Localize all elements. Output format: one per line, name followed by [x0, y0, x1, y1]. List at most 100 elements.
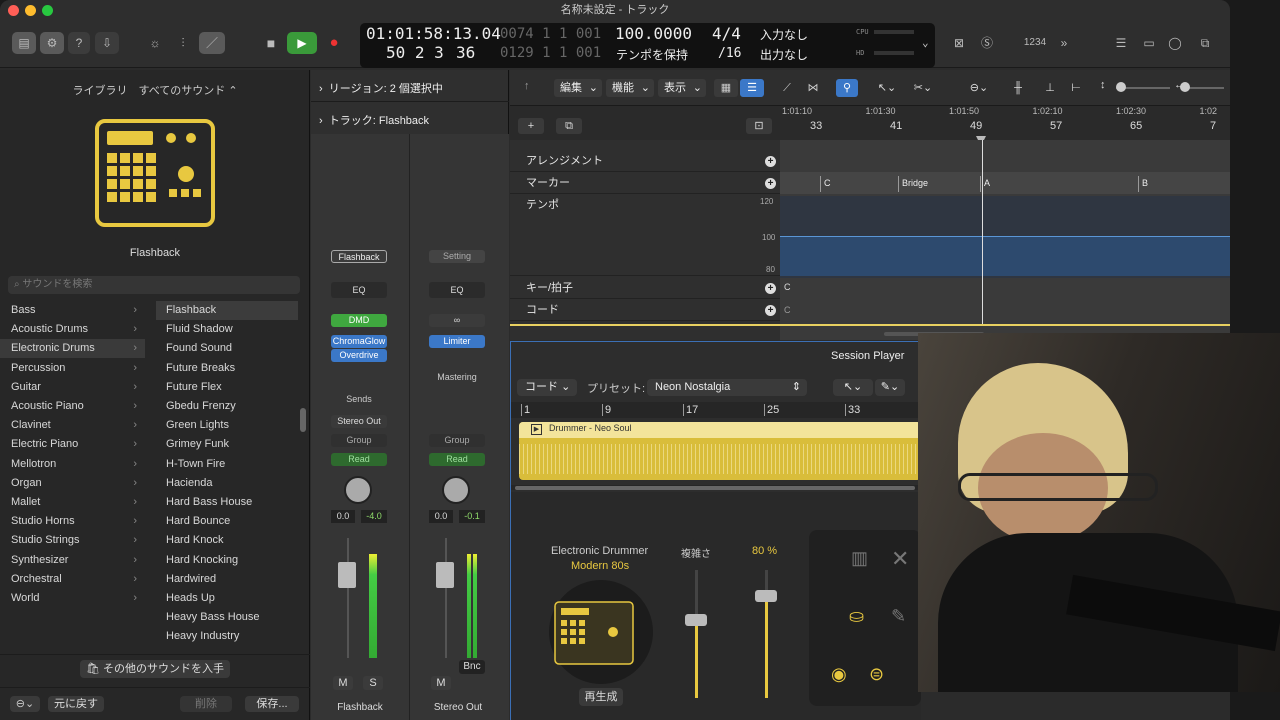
- kick-drum-icon[interactable]: ◉: [831, 664, 847, 685]
- inspector-toggle-icon[interactable]: ⚙: [40, 32, 64, 54]
- setting-button[interactable]: Flashback: [331, 250, 387, 263]
- download-icon[interactable]: ⇩: [95, 32, 119, 54]
- mute-button[interactable]: M: [333, 676, 353, 690]
- category-item[interactable]: Orchestral ›: [0, 570, 145, 589]
- eq-button[interactable]: EQ: [429, 282, 485, 298]
- volume-fader[interactable]: [338, 562, 356, 588]
- regenerate-button[interactable]: 再生成: [579, 688, 623, 706]
- preset-selector[interactable]: Neon Nostalgia ⇕: [647, 379, 807, 396]
- group-slot[interactable]: Group: [331, 434, 387, 447]
- category-item[interactable]: Synthesizer ›: [0, 551, 145, 570]
- library-toggle-icon[interactable]: ▤: [12, 32, 36, 54]
- scissors-tool-icon[interactable]: ✂⌄: [908, 79, 938, 97]
- hihat-icon[interactable]: ▥: [851, 548, 868, 569]
- library-header[interactable]: ライブラリ すべてのサウンド ⌃: [0, 82, 310, 98]
- cymbal-icon[interactable]: ⛀: [849, 606, 864, 627]
- global-track-row[interactable]: マーカー +: [510, 172, 780, 194]
- group-slot[interactable]: Group: [429, 434, 485, 447]
- sends-label[interactable]: Sends: [331, 393, 387, 406]
- track-inspector-header[interactable]: › トラック: Flashback: [319, 112, 429, 128]
- fit-horizontal-icon[interactable]: ⊢: [1066, 79, 1086, 97]
- sound-item[interactable]: Hard Bass House: [156, 493, 298, 512]
- category-item[interactable]: Organ ›: [0, 474, 145, 493]
- channel-name[interactable]: Stereo Out: [419, 702, 497, 713]
- eq-button[interactable]: EQ: [331, 282, 387, 298]
- category-item[interactable]: Studio Strings ›: [0, 531, 145, 550]
- collapse-icon[interactable]: ⊡: [746, 118, 772, 134]
- mixer-icon[interactable]: ⫶: [172, 32, 194, 54]
- minimize-icon[interactable]: [25, 5, 36, 16]
- tracks-menu-2[interactable]: 表示 ⌄: [658, 79, 706, 97]
- help-icon[interactable]: ?: [68, 32, 90, 54]
- bounce-button[interactable]: Bnc: [459, 660, 485, 674]
- chevron-down-icon[interactable]: ⌄: [922, 36, 929, 49]
- list-view-icon[interactable]: ☰: [740, 79, 764, 97]
- category-item[interactable]: Guitar ›: [0, 378, 145, 397]
- sound-item[interactable]: Hardwired: [156, 570, 298, 589]
- sound-item[interactable]: Heads Up: [156, 589, 298, 608]
- delete-button[interactable]: 削除: [180, 696, 232, 712]
- record-icon[interactable]: ●: [322, 32, 346, 54]
- sound-item[interactable]: Heavy Bass House: [156, 608, 298, 627]
- stop-icon[interactable]: ■: [259, 32, 283, 54]
- revert-button[interactable]: 元に戻す: [48, 696, 104, 712]
- shaker-icon[interactable]: ✎: [891, 606, 906, 627]
- global-track-row[interactable]: コード +: [510, 299, 780, 321]
- lcd-tempo-mode[interactable]: テンポを保持: [616, 46, 688, 63]
- audio-fx-slot[interactable]: Overdrive: [331, 349, 387, 362]
- pan-knob[interactable]: [344, 476, 372, 504]
- loop-browser-icon[interactable]: ◯: [1164, 32, 1186, 54]
- lcd-tempo[interactable]: 100.0000: [615, 24, 692, 43]
- duplicate-track-icon[interactable]: ⧉: [556, 118, 582, 134]
- play-icon[interactable]: ▶: [287, 32, 317, 54]
- add-icon[interactable]: +: [765, 305, 776, 316]
- category-item[interactable]: Percussion ›: [0, 359, 145, 378]
- pencil-tool-icon[interactable]: ✎⌄: [875, 379, 905, 396]
- global-track-row[interactable]: キー/拍子 +: [510, 277, 780, 299]
- notepad-icon[interactable]: ▭: [1138, 32, 1160, 54]
- automation-icon[interactable]: ⟋: [776, 79, 798, 97]
- waveform-zoom-icon[interactable]: ╫: [1008, 79, 1028, 97]
- save-button[interactable]: 保存...: [245, 696, 299, 712]
- category-item[interactable]: Mellotron ›: [0, 455, 145, 474]
- category-item[interactable]: Clavinet ›: [0, 416, 145, 435]
- sticks-icon[interactable]: ✕: [891, 546, 909, 572]
- audio-fx-slot[interactable]: Limiter: [429, 335, 485, 348]
- global-track-row[interactable]: テンポ: [510, 194, 780, 276]
- lcd-division[interactable]: /16: [718, 46, 741, 61]
- category-item[interactable]: Studio Horns ›: [0, 512, 145, 531]
- editor-icon[interactable]: ／: [199, 32, 225, 54]
- add-icon[interactable]: +: [765, 156, 776, 167]
- category-item[interactable]: Electric Piano ›: [0, 435, 145, 454]
- tempo-line[interactable]: [780, 236, 1230, 237]
- slider-thumb[interactable]: [1180, 82, 1190, 92]
- slider-thumb[interactable]: [1116, 82, 1126, 92]
- category-item[interactable]: Bass ›: [0, 301, 145, 320]
- sound-item[interactable]: Grimey Funk: [156, 435, 298, 454]
- sound-item[interactable]: Gbedu Frenzy: [156, 397, 298, 416]
- sound-search-input[interactable]: ⌕ サウンドを検索: [8, 276, 300, 294]
- sound-item[interactable]: Hacienda: [156, 474, 298, 493]
- drummer-kit[interactable]: Modern 80s: [571, 560, 629, 572]
- list-editors-icon[interactable]: ☰: [1110, 32, 1132, 54]
- grid-view-icon[interactable]: ▦: [714, 79, 738, 97]
- channel-name[interactable]: Flashback: [321, 702, 399, 713]
- browser-icon[interactable]: ⧉: [1192, 32, 1218, 54]
- category-item[interactable]: Acoustic Piano ›: [0, 397, 145, 416]
- add-icon[interactable]: +: [765, 178, 776, 189]
- automation-mode[interactable]: Read: [331, 453, 387, 466]
- flex-icon[interactable]: ⋈: [802, 79, 824, 97]
- tracks-menu-1[interactable]: 機能 ⌄: [606, 79, 654, 97]
- tracks-menu-0[interactable]: 編集 ⌄: [554, 79, 602, 97]
- instrument-slot[interactable]: ChromaGlow: [331, 335, 387, 348]
- sound-list-scrollbar[interactable]: [300, 408, 306, 432]
- drummer-avatar[interactable]: [549, 580, 653, 684]
- category-item[interactable]: Acoustic Drums ›: [0, 320, 145, 339]
- sound-item[interactable]: Green Lights: [156, 416, 298, 435]
- link-icon[interactable]: ∞: [429, 314, 485, 327]
- sound-item[interactable]: Heavy Industry: [156, 627, 298, 646]
- global-track-row[interactable]: アレンジメント +: [510, 150, 780, 172]
- solo-icon[interactable]: Ⓢ: [976, 32, 998, 54]
- chord-menu[interactable]: コード ⌄: [517, 379, 577, 396]
- back-arrow-icon[interactable]: ↑: [524, 80, 530, 92]
